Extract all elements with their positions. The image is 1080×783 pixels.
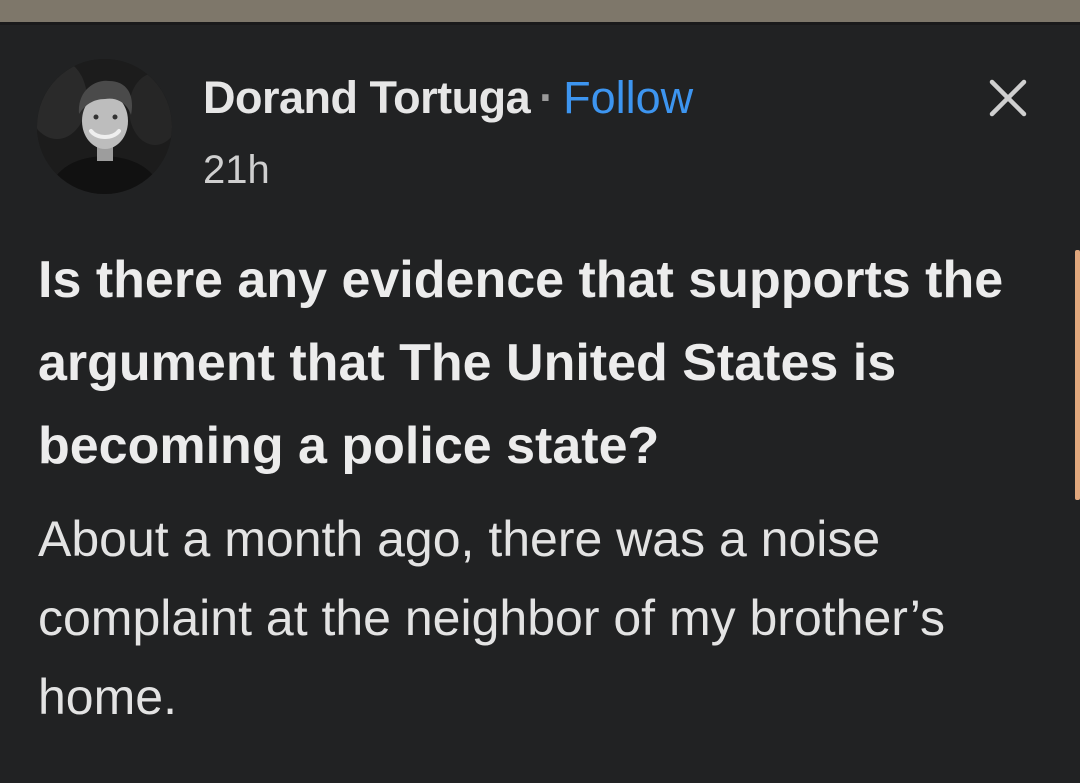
scroll-indicator[interactable] xyxy=(1075,250,1080,500)
author-line: Dorand Tortuga · Follow xyxy=(203,70,693,126)
answer-excerpt[interactable]: About a month ago, there was a noise com… xyxy=(38,500,1038,737)
status-bar-divider xyxy=(0,22,1080,25)
author-avatar[interactable] xyxy=(37,59,172,194)
post-timestamp: 21h xyxy=(203,148,270,192)
question-title[interactable]: Is there any evidence that supports the … xyxy=(38,239,1038,488)
author-name[interactable]: Dorand Tortuga xyxy=(203,72,531,123)
author-separator: · xyxy=(539,72,555,123)
close-icon xyxy=(989,79,1027,117)
follow-button[interactable]: Follow xyxy=(563,72,693,123)
close-button[interactable] xyxy=(982,72,1034,124)
status-bar xyxy=(0,0,1080,22)
avatar-photo-icon xyxy=(37,59,172,194)
